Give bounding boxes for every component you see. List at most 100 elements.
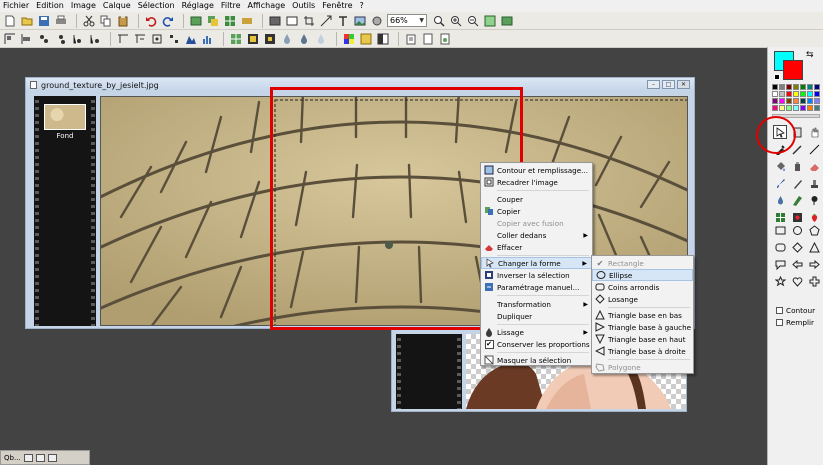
dodge-icon[interactable] <box>807 193 821 207</box>
palette-swatch[interactable] <box>772 105 778 111</box>
palette-swatch[interactable] <box>814 98 820 104</box>
submenu-item-triangle-base-bottom[interactable]: Triangle base en bas <box>592 309 693 321</box>
layer-thumbnail[interactable] <box>44 104 86 130</box>
effect-icon[interactable] <box>773 210 787 224</box>
menu-item-transformation[interactable]: Transformation ▶ <box>481 298 592 310</box>
palette-swatch[interactable] <box>779 91 785 97</box>
align-left-icon[interactable] <box>20 32 34 46</box>
default-colors-icon[interactable] <box>774 74 780 80</box>
rectangle-icon[interactable] <box>268 14 282 28</box>
text-icon[interactable] <box>336 14 350 28</box>
align-top-left-icon[interactable] <box>3 32 17 46</box>
image-icon[interactable] <box>353 14 367 28</box>
rounded-rect-shape-icon[interactable] <box>773 240 787 254</box>
print-icon[interactable] <box>54 14 68 28</box>
red-eye-icon[interactable] <box>790 210 804 224</box>
clipboard-icon[interactable] <box>404 32 418 46</box>
submenu-item-ellipse[interactable]: Ellipse <box>592 269 693 281</box>
zoom-fit-icon[interactable] <box>432 14 446 28</box>
redo-icon[interactable] <box>161 14 175 28</box>
palette-swatch[interactable] <box>779 84 785 90</box>
brush-icon[interactable] <box>773 176 787 190</box>
undo-icon[interactable] <box>144 14 158 28</box>
layer-icon[interactable] <box>189 14 203 28</box>
maximize-button[interactable]: □ <box>662 80 675 89</box>
background-color-swatch[interactable] <box>783 60 803 80</box>
hand-icon[interactable] <box>807 125 821 139</box>
color-palette[interactable] <box>772 84 820 111</box>
ellipse-shape-icon[interactable] <box>790 223 804 237</box>
zoom-out-icon[interactable] <box>466 14 480 28</box>
submenu-item-polygon[interactable]: Polygone <box>592 361 693 373</box>
filter-blur-icon[interactable] <box>246 32 260 46</box>
swap-colors-icon[interactable]: ⇆ <box>806 50 814 60</box>
menu-2[interactable]: Image <box>71 0 96 12</box>
palette-swatch[interactable] <box>786 91 792 97</box>
menu-1[interactable]: Edition <box>36 0 64 12</box>
heart-shape-icon[interactable] <box>790 274 804 288</box>
fill-bucket-icon[interactable] <box>773 159 787 173</box>
paste-icon[interactable] <box>116 14 130 28</box>
menu-10[interactable]: ? <box>359 0 363 12</box>
palette-swatch[interactable] <box>793 105 799 111</box>
cross-shape-icon[interactable] <box>807 274 821 288</box>
palette-swatch[interactable] <box>786 105 792 111</box>
menu-item-erase[interactable]: Effacer <box>481 241 592 253</box>
menu-item-contour[interactable]: Contour et remplissage... <box>481 164 592 176</box>
palette-swatch[interactable] <box>814 91 820 97</box>
palette-swatch[interactable] <box>793 98 799 104</box>
menu-item-smoothing[interactable]: Lissage ▶ <box>481 326 592 338</box>
menu-item-duplicate[interactable]: Dupliquer <box>481 310 592 322</box>
menu-item-manual-settings[interactable]: Paramétrage manuel... <box>481 281 592 293</box>
menu-4[interactable]: Sélection <box>138 0 175 12</box>
pin-alt-icon[interactable] <box>88 32 102 46</box>
new-file-icon[interactable] <box>3 14 17 28</box>
triangle-shape-icon[interactable] <box>807 240 821 254</box>
menu-item-copy-merged[interactable]: Copier avec fusion <box>481 217 592 229</box>
crop-icon[interactable] <box>302 14 316 28</box>
palette-swatch[interactable] <box>807 105 813 111</box>
menu-9[interactable]: Fenêtre <box>322 0 352 12</box>
strawberry-icon[interactable] <box>807 210 821 224</box>
drop-icon[interactable] <box>280 32 294 46</box>
menu-item-cut[interactable]: Couper <box>481 193 592 205</box>
distribute-icon[interactable] <box>167 32 181 46</box>
grid-icon[interactable] <box>223 14 237 28</box>
minimize-button[interactable]: – <box>647 80 660 89</box>
resize-icon[interactable] <box>319 14 333 28</box>
cut-icon[interactable] <box>82 14 96 28</box>
star-shape-icon[interactable] <box>773 274 787 288</box>
blur-drop-icon[interactable] <box>773 193 787 207</box>
arrow-shape-icon[interactable] <box>790 257 804 271</box>
drop-alt-icon[interactable] <box>297 32 311 46</box>
menu-8[interactable]: Outils <box>292 0 315 12</box>
menu-item-invert-selection[interactable]: Inverser la sélection <box>481 269 592 281</box>
palette-swatch[interactable] <box>800 91 806 97</box>
color-balance-icon[interactable] <box>342 32 356 46</box>
zoom-in-icon[interactable] <box>449 14 463 28</box>
menu-item-paste-into[interactable]: Coller dedans ▶ <box>481 229 592 241</box>
submenu-item-triangle-base-top[interactable]: Triangle base en haut <box>592 333 693 345</box>
palette-swatch[interactable] <box>814 84 820 90</box>
palette-swatch[interactable] <box>807 91 813 97</box>
center-icon[interactable] <box>150 32 164 46</box>
palette-swatch[interactable] <box>800 98 806 104</box>
settings-icon[interactable] <box>370 14 384 28</box>
diamond-shape-icon[interactable] <box>790 240 804 254</box>
submenu-item-diamond[interactable]: Losange <box>592 293 693 305</box>
palette-swatch[interactable] <box>786 98 792 104</box>
filter-grid-icon[interactable] <box>229 32 243 46</box>
palette-swatch[interactable] <box>807 84 813 90</box>
fill-checkbox[interactable]: Remplir <box>776 318 814 327</box>
polygon-shape-icon[interactable] <box>807 223 821 237</box>
node-alt-icon[interactable] <box>54 32 68 46</box>
levels-icon[interactable] <box>201 32 215 46</box>
menu-6[interactable]: Filtre <box>221 0 241 12</box>
close-button[interactable] <box>47 453 57 462</box>
pin-icon[interactable] <box>71 32 85 46</box>
arrow-right-shape-icon[interactable] <box>807 257 821 271</box>
drop-light-icon[interactable] <box>314 32 328 46</box>
fit-window-icon[interactable] <box>483 14 497 28</box>
palette-swatch[interactable] <box>772 91 778 97</box>
menu-3[interactable]: Calque <box>103 0 131 12</box>
